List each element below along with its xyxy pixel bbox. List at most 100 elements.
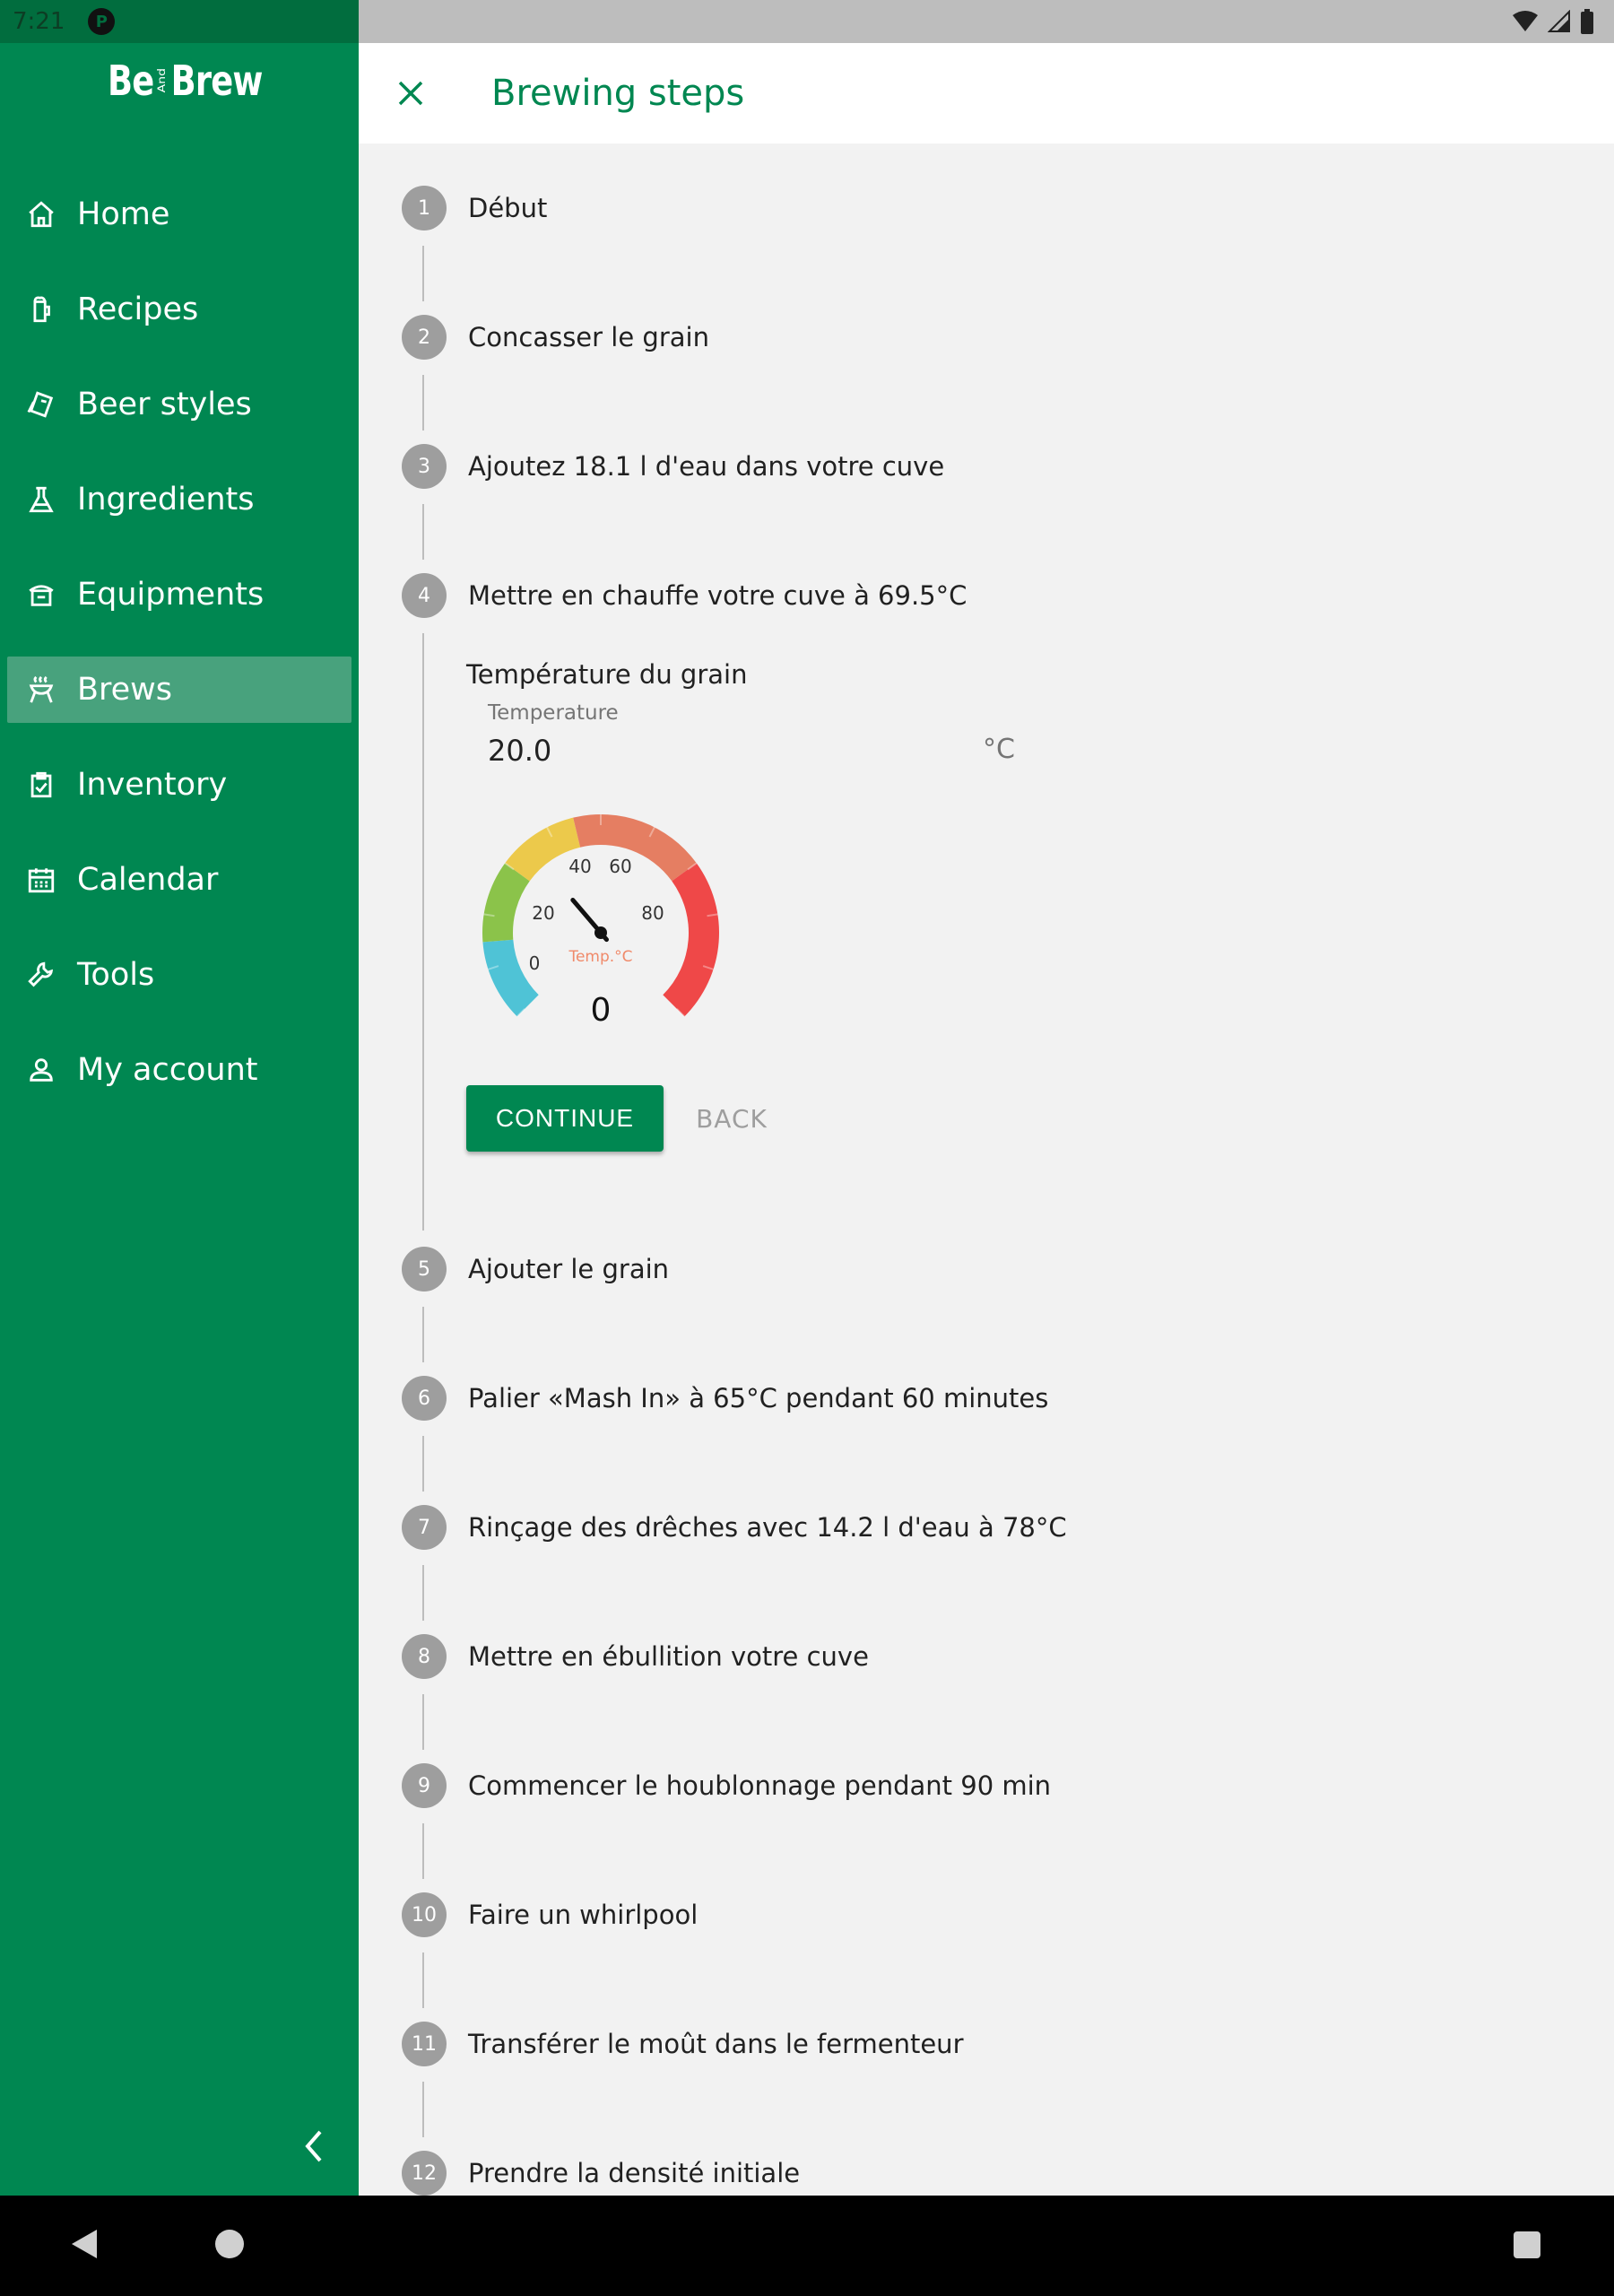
sidebar-item-equipments[interactable]: Equipments (7, 561, 351, 628)
sidebar-item-home[interactable]: Home (7, 181, 351, 248)
sidebar-item-label: Brews (77, 672, 173, 708)
gauge-band (573, 814, 697, 882)
app-logo: Be And Brew (108, 54, 263, 108)
step-connector (422, 1694, 424, 1750)
step-11[interactable]: 11 Transférer le moût dans le fermenteur (402, 2022, 964, 2066)
sidebar-item-label: Ingredients (77, 482, 255, 517)
sidebar-item-beer-styles[interactable]: Beer styles (7, 371, 351, 438)
sidebar-item-label: Recipes (77, 291, 199, 327)
step-number: 11 (402, 2022, 447, 2066)
account-icon (25, 1054, 57, 1086)
temperature-unit: °C (983, 734, 1015, 765)
sidebar-item-label: My account (77, 1052, 258, 1088)
step-title: Faire un whirlpool (468, 1900, 699, 1930)
step-5[interactable]: 5 Ajouter le grain (402, 1247, 669, 1292)
status-time: 7:21 (13, 8, 65, 35)
step-title: Mettre en chauffe votre cuve à 69.5°C (468, 580, 968, 611)
step-12[interactable]: 12 Prendre la densité initiale (402, 2151, 800, 2196)
step-number: 7 (402, 1505, 447, 1550)
sidebar-item-label: Calendar (77, 862, 219, 898)
step-2[interactable]: 2 Concasser le grain (402, 315, 709, 360)
step-number: 1 (402, 186, 447, 230)
step-number: 2 (402, 315, 447, 360)
step-title: Transférer le moût dans le fermenteur (468, 2029, 964, 2059)
step-title: Ajoutez 18.1 l d'eau dans votre cuve (468, 451, 945, 482)
gauge-needle-hub (594, 926, 607, 939)
step-connector (422, 2082, 424, 2137)
sidebar-item-inventory[interactable]: Inventory (7, 752, 351, 818)
gauge-tick-label: 80 (641, 902, 664, 924)
wrench-icon (25, 959, 57, 991)
home-icon (25, 198, 57, 230)
step-title: Palier «Mash In» à 65°C pendant 60 minut… (468, 1383, 1049, 1413)
step-9[interactable]: 9 Commencer le houblonnage pendant 90 mi… (402, 1763, 1051, 1808)
sidebar-item-label: Home (77, 196, 170, 232)
logo-brew: Brew (170, 57, 264, 105)
stepper: 1 Début 2 Concasser le grain 3 Ajoutez 1… (359, 144, 1614, 2196)
back-button[interactable]: BACK (678, 1085, 785, 1152)
step-connector (422, 633, 424, 1231)
step-title: Concasser le grain (468, 322, 709, 352)
step-connector (422, 504, 424, 560)
sidebar-item-label: Beer styles (77, 387, 252, 422)
close-icon (398, 81, 423, 106)
cell-signal-icon (1548, 10, 1570, 32)
gauge-band (663, 863, 719, 1017)
step-connector (422, 246, 424, 301)
step-title: Début (468, 193, 548, 223)
step-connector (422, 1565, 424, 1621)
app-notification-icon: P (88, 8, 116, 35)
inventory-icon (25, 769, 57, 801)
step-title: Prendre la densité initiale (468, 2158, 801, 2188)
step-number: 6 (402, 1376, 447, 1421)
step-number: 5 (402, 1247, 447, 1292)
sidebar-item-tools[interactable]: Tools (7, 942, 351, 1008)
sidebar-item-my-account[interactable]: My account (7, 1037, 351, 1103)
step-7[interactable]: 7 Rinçage des drêches avec 14.2 l d'eau … (402, 1505, 1067, 1550)
step-number: 8 (402, 1634, 447, 1679)
sidebar-item-ingredients[interactable]: Ingredients (7, 466, 351, 533)
battery-icon (1581, 9, 1593, 34)
step-6[interactable]: 6 Palier «Mash In» à 65°C pendant 60 min… (402, 1376, 1048, 1421)
nav-back-icon[interactable] (70, 2228, 99, 2260)
step-1[interactable]: 1 Début (402, 186, 547, 230)
step-number: 12 (402, 2151, 447, 2196)
gauge-tick-label: 0 (529, 952, 541, 974)
system-nav-bar (0, 2196, 1614, 2296)
sidebar-nav: Home Recipes Beer styles Ingredients Equ… (0, 181, 359, 1132)
sidebar-item-recipes[interactable]: Recipes (7, 276, 351, 343)
sidebar-item-label: Inventory (77, 767, 228, 803)
nav-recents-icon[interactable] (1514, 2231, 1540, 2258)
status-bar: 7:21 P (0, 0, 1614, 43)
continue-button[interactable]: CONTINUE (466, 1085, 664, 1152)
step-4[interactable]: 4 Mettre en chauffe votre cuve à 69.5°C (402, 573, 967, 618)
gauge-tick-label: 20 (532, 902, 554, 924)
step-connector (422, 1823, 424, 1879)
step-number: 9 (402, 1763, 447, 1808)
step-title: Rinçage des drêches avec 14.2 l d'eau à … (468, 1512, 1067, 1543)
step-connector (422, 1952, 424, 2008)
flask-icon (25, 483, 57, 516)
step-connector (422, 1307, 424, 1362)
equipment-icon (25, 578, 57, 611)
status-bar-left: 7:21 P (0, 0, 359, 43)
gauge-unit-label: Temp.°C (568, 948, 632, 966)
step-3[interactable]: 3 Ajoutez 18.1 l d'eau dans votre cuve (402, 444, 944, 489)
page-header: Brewing steps (359, 43, 1614, 144)
collapse-sidebar-button[interactable] (296, 2124, 332, 2169)
sidebar-item-calendar[interactable]: Calendar (7, 847, 351, 913)
recipes-icon (25, 293, 57, 326)
gauge-tick-label: 40 (568, 856, 591, 877)
temperature-input[interactable]: 20.0 (488, 734, 551, 768)
wifi-icon (1513, 11, 1538, 31)
step-connector (422, 375, 424, 430)
beer-styles-icon (25, 388, 57, 421)
nav-home-icon[interactable] (215, 2230, 244, 2258)
temperature-gauge: 0 20 40 60 80 Temp.°C 0 (482, 814, 719, 1029)
step-title: Mettre en ébullition votre cuve (468, 1641, 869, 1672)
temperature-field-label: Temperature (488, 701, 619, 725)
sidebar-item-brews[interactable]: Brews (7, 657, 351, 723)
step-8[interactable]: 8 Mettre en ébullition votre cuve (402, 1634, 869, 1679)
step-10[interactable]: 10 Faire un whirlpool (402, 1892, 698, 1937)
close-button[interactable] (386, 68, 436, 118)
